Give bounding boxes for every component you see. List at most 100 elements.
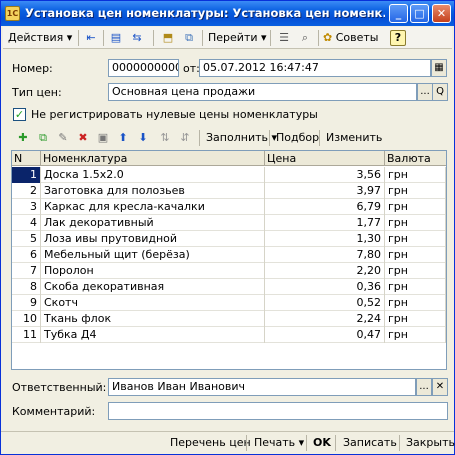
move-up-icon[interactable]: ⬆ — [115, 130, 131, 146]
table-row[interactable]: 9 Скотч 0,52 грн — [12, 295, 446, 311]
table-row[interactable]: 7 Поролон 2,20 грн — [12, 263, 446, 279]
table-row[interactable]: 2 Заготовка для полозьев 3,97 грн — [12, 183, 446, 199]
cell-item[interactable]: Заготовка для полозьев — [41, 183, 265, 199]
sort-descending-icon[interactable]: ⇵ — [177, 130, 193, 146]
prices-table[interactable]: N Номенклатура Цена Валюта 1 Доска 1.5х2.… — [11, 150, 447, 370]
zero-prices-checkbox[interactable]: ✓ — [13, 108, 26, 121]
cell-price[interactable]: 6,79 — [265, 199, 385, 215]
actions-menu[interactable]: Действия ▾ — [8, 30, 72, 46]
cell-currency[interactable]: грн — [385, 183, 446, 199]
goto-menu[interactable]: Перейти ▾ — [208, 30, 267, 46]
cell-price[interactable]: 2,24 — [265, 311, 385, 327]
comment-field[interactable] — [108, 402, 448, 420]
cell-currency[interactable]: грн — [385, 263, 446, 279]
responsible-field[interactable]: Иванов Иван Иванович — [108, 378, 416, 396]
close-window-button[interactable]: ✕ — [432, 4, 451, 23]
table-row[interactable]: 11 Тубка Д4 0,47 грн — [12, 327, 446, 343]
cell-n[interactable]: 3 — [12, 199, 41, 215]
save-button[interactable]: Записать — [343, 436, 397, 449]
cell-currency[interactable]: грн — [385, 279, 446, 295]
table-row[interactable]: 4 Лак декоративный 1,77 грн — [12, 215, 446, 231]
fill-menu[interactable]: Заполнить ▾ — [206, 131, 277, 144]
calendar-icon[interactable]: ▦ — [431, 59, 447, 77]
cell-currency[interactable]: грн — [385, 231, 446, 247]
cell-n[interactable]: 2 — [12, 183, 41, 199]
select-button[interactable]: ... — [416, 378, 432, 396]
price-type-field[interactable]: Основная цена продажи — [108, 83, 417, 101]
table-row[interactable]: 6 Мебельный щит (берёза) 7,80 грн — [12, 247, 446, 263]
cell-currency[interactable]: грн — [385, 199, 446, 215]
cell-n[interactable]: 11 — [12, 327, 41, 343]
close-button[interactable]: Закрыть — [406, 436, 455, 449]
move-down-icon[interactable]: ⬇ — [135, 130, 151, 146]
title-bar[interactable]: 1С Установка цен номенклатуры: Установка… — [1, 1, 454, 26]
cell-item[interactable]: Ткань флок — [41, 311, 265, 327]
cell-n[interactable]: 6 — [12, 247, 41, 263]
search-icon[interactable]: Q — [432, 83, 448, 101]
end-edit-icon[interactable]: ▣ — [95, 130, 111, 146]
cell-currency[interactable]: грн — [385, 311, 446, 327]
document-movements-icon[interactable]: ▤ — [108, 30, 124, 46]
cell-currency[interactable]: грн — [385, 167, 446, 183]
cell-currency[interactable]: грн — [385, 215, 446, 231]
column-header-price[interactable]: Цена — [265, 151, 385, 166]
table-row[interactable]: 1 Доска 1.5х2.0 3,56 грн — [12, 167, 446, 183]
tips-button[interactable]: ✿ Советы — [323, 30, 378, 46]
table-row[interactable]: 10 Ткань флок 2,24 грн — [12, 311, 446, 327]
maximize-button[interactable]: □ — [410, 4, 429, 23]
cell-price[interactable]: 7,80 — [265, 247, 385, 263]
cell-item[interactable]: Лак декоративный — [41, 215, 265, 231]
structure-icon[interactable]: ⧉ — [181, 30, 197, 46]
cell-currency[interactable]: грн — [385, 295, 446, 311]
cell-item[interactable]: Мебельный щит (берёза) — [41, 247, 265, 263]
cell-n[interactable]: 5 — [12, 231, 41, 247]
cell-n[interactable]: 7 — [12, 263, 41, 279]
column-header-n[interactable]: N — [12, 151, 41, 166]
sort-ascending-icon[interactable]: ⇅ — [157, 130, 173, 146]
date-field[interactable]: 05.07.2012 16:47:47 — [199, 59, 431, 77]
cell-item[interactable]: Тубка Д4 — [41, 327, 265, 343]
delete-row-icon[interactable]: ✖ — [75, 130, 91, 146]
post-icon[interactable]: ⬒ — [160, 30, 176, 46]
move-left-icon[interactable]: ⇤ — [83, 30, 99, 46]
report-icon[interactable]: ☰ — [276, 30, 292, 46]
column-header-item[interactable]: Номенклатура — [41, 151, 265, 166]
cell-price[interactable]: 2,20 — [265, 263, 385, 279]
print-menu[interactable]: Печать ▾ — [254, 436, 304, 449]
cell-price[interactable]: 3,56 — [265, 167, 385, 183]
cell-price[interactable]: 1,77 — [265, 215, 385, 231]
minimize-button[interactable]: _ — [389, 4, 408, 23]
cell-currency[interactable]: грн — [385, 247, 446, 263]
cell-item[interactable]: Скотч — [41, 295, 265, 311]
help-button[interactable]: ? — [390, 30, 406, 46]
select-button[interactable]: ... — [417, 83, 433, 101]
number-field[interactable]: 00000000002 — [108, 59, 179, 77]
clear-icon[interactable]: ✕ — [432, 378, 448, 396]
cell-currency[interactable]: грн — [385, 327, 446, 343]
copy-row-icon[interactable]: ⧉ — [35, 130, 51, 146]
change-button[interactable]: Изменить — [326, 131, 382, 144]
cell-item[interactable]: Лоза ивы прутовидной — [41, 231, 265, 247]
pick-button[interactable]: Подбор — [276, 131, 319, 144]
cell-item[interactable]: Доска 1.5х2.0 — [41, 167, 265, 183]
cell-price[interactable]: 1,30 — [265, 231, 385, 247]
cell-price[interactable]: 0,52 — [265, 295, 385, 311]
table-row[interactable]: 3 Каркас для кресла-качалки 6,79 грн — [12, 199, 446, 215]
price-list-button[interactable]: Перечень цен — [170, 436, 251, 449]
cell-n[interactable]: 9 — [12, 295, 41, 311]
edit-row-icon[interactable]: ✎ — [55, 130, 71, 146]
table-row[interactable]: 8 Скоба декоративная 0,36 грн — [12, 279, 446, 295]
column-header-currency[interactable]: Валюта — [385, 151, 446, 166]
cell-n[interactable]: 10 — [12, 311, 41, 327]
cell-n[interactable]: 8 — [12, 279, 41, 295]
cell-n[interactable]: 1 — [12, 167, 41, 183]
preview-icon[interactable]: ⌕ — [297, 30, 313, 46]
table-row[interactable]: 5 Лоза ивы прутовидной 1,30 грн — [12, 231, 446, 247]
ok-button[interactable]: OK — [313, 436, 331, 449]
copy-icon[interactable]: ⇆ — [129, 30, 145, 46]
cell-item[interactable]: Каркас для кресла-качалки — [41, 199, 265, 215]
cell-n[interactable]: 4 — [12, 215, 41, 231]
cell-price[interactable]: 0,47 — [265, 327, 385, 343]
cell-price[interactable]: 0,36 — [265, 279, 385, 295]
cell-price[interactable]: 3,97 — [265, 183, 385, 199]
